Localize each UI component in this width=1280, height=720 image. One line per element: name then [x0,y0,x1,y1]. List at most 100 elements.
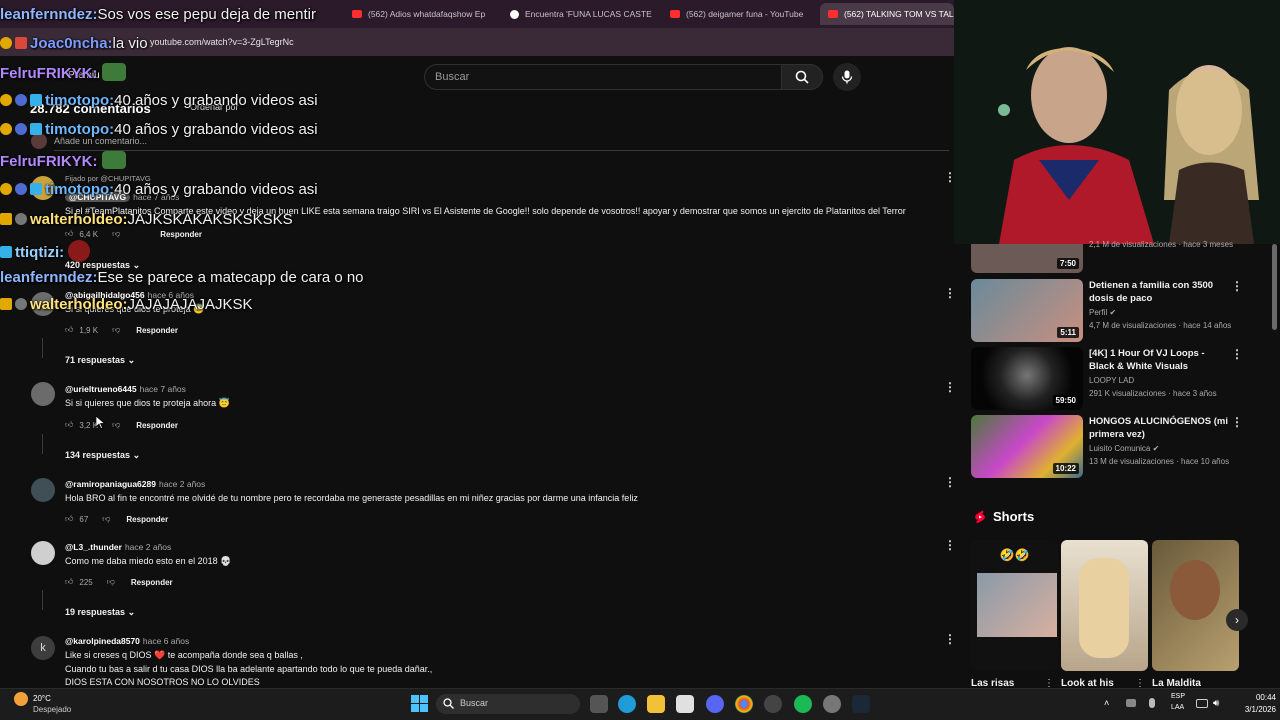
video-title[interactable]: [4K] 1 Hour Of VJ Loops - Black & White … [1089,347,1229,373]
discord-icon[interactable] [706,695,724,713]
video-duration: 10:22 [1052,463,1079,474]
language-indicator[interactable]: ESP [1171,693,1185,700]
video-thumbnail[interactable]: 5:11 [971,279,1083,342]
replies-toggle[interactable]: 134 respuestas ⌄ [65,450,140,461]
reply-button[interactable]: Responder [136,326,178,335]
reply-button[interactable]: Responder [136,421,178,430]
comment-header: @L3_.thunder hace 2 años [65,542,171,552]
weather-description[interactable]: Despejado [33,705,71,714]
dislike-icon[interactable]: 👎︎ [112,420,120,430]
search-input[interactable]: Buscar [424,64,782,90]
comment-time[interactable]: hace 7 años [140,384,186,394]
dislike-icon[interactable]: 👎︎ [112,229,120,239]
browser-tab-active[interactable]: (562) TALKING TOM VS TALKIN [820,3,954,25]
replies-toggle[interactable]: 19 respuestas ⌄ [65,607,135,618]
steam-icon[interactable] [852,695,870,713]
short-thumbnail[interactable]: 🤣🤣 [971,540,1058,671]
like-icon[interactable]: 👍︎ [65,577,73,587]
video-title[interactable]: HONGOS ALUCINÓGENOS (mi primera vez) [1089,415,1229,441]
settings-icon[interactable] [823,695,841,713]
avatar[interactable]: k [31,636,55,660]
microphone-icon[interactable] [1149,698,1155,708]
chevron-up-icon[interactable]: ˄ [1104,698,1109,708]
clock-date[interactable]: 3/1/2026 [1231,705,1276,714]
more-options-icon[interactable]: ⋮ [944,475,956,489]
avatar[interactable] [31,478,55,502]
clock-time[interactable]: 00:44 [1236,693,1276,702]
replies-toggle[interactable]: 71 respuestas ⌄ [65,355,135,366]
avatar[interactable] [31,382,55,406]
comment-author[interactable]: @L3_.thunder [65,542,122,552]
reply-button[interactable]: Responder [126,515,168,524]
dislike-icon[interactable]: 👎︎ [102,514,110,524]
comment-time[interactable]: hace 2 años [159,479,205,489]
shorts-icon [975,510,985,523]
comment-actions: 👍︎ 225 👎︎ Responder [65,577,173,587]
more-options-icon[interactable]: ⋮ [1231,415,1243,429]
store-icon[interactable] [676,695,694,713]
app-icon[interactable] [764,695,782,713]
network-icon[interactable] [1126,699,1136,707]
file-explorer-icon[interactable] [647,695,665,713]
chevron-right-icon[interactable]: › [1226,609,1248,631]
task-view-icon[interactable] [590,695,608,713]
reply-button[interactable]: Responder [160,230,202,239]
reply-button[interactable]: Responder [131,578,173,587]
more-options-icon[interactable]: ⋮ [944,380,956,394]
comment-time[interactable]: hace 6 años [143,636,189,646]
like-icon[interactable]: 👍︎ [65,420,73,430]
like-icon[interactable]: 👍︎ [65,325,73,335]
search-button[interactable] [781,64,823,90]
video-thumbnail[interactable]: 59:50 [971,347,1083,410]
like-count: 6,4 K [79,229,99,239]
comment-actions: 👍︎ 67 👎︎ Responder [65,514,168,524]
taskbar-search[interactable]: Buscar [436,694,580,714]
more-options-icon[interactable]: ⋮ [944,632,956,646]
speaker-icon[interactable]: 🔊︎ [1213,698,1219,709]
browser-tab[interactable]: (562) deigamer funa - YouTube × [662,3,814,25]
comment-author[interactable]: @karolpineda8570 [65,636,140,646]
browser-tab[interactable]: (562) Adios whatdafaqshow Ep × [344,3,496,25]
edge-icon[interactable] [618,695,636,713]
weather-temperature[interactable]: 20°C [33,694,51,703]
channel-name[interactable]: Luisito Comunica ✔ [1089,444,1159,453]
browser-tab[interactable]: Encuentra 'FUNA LUCAS CASTE × [502,3,660,25]
video-title[interactable]: Detienen a familia con 3500 dosis de pac… [1089,279,1229,305]
more-options-icon[interactable]: ⋮ [1231,347,1243,361]
taskbar [0,688,1280,720]
short-thumbnail[interactable] [1152,540,1239,671]
more-options-icon[interactable]: ⋮ [944,286,956,300]
channel-name[interactable]: Perfil ✔ [1089,308,1116,317]
chevron-down-icon: ⌄ [127,355,136,365]
comment-author[interactable]: @urieltrueno6445 [65,384,137,394]
dislike-icon[interactable]: 👎︎ [107,577,115,587]
like-icon[interactable]: 👍︎ [65,229,73,239]
chrome-icon[interactable] [735,695,753,713]
video-thumbnail[interactable]: 10:22 [971,415,1083,478]
url-text[interactable]: youtube.com/watch?v=3-ZgLTegrNc [150,37,294,47]
more-options-icon[interactable]: ⋮ [1231,279,1243,293]
comment-line: Cuando tu bas a salir d tu casa DIOS lla… [65,663,433,674]
dislike-icon[interactable]: 👎︎ [112,325,120,335]
channel-name[interactable]: LOOPY LAD [1089,376,1134,385]
windows-start-icon[interactable] [411,695,428,712]
display-icon[interactable] [1196,699,1208,708]
chat-message: walterholdeo:JAJAJAJAJAJKSK [0,296,253,313]
shorts-heading: Shorts [993,509,1035,524]
comment-author[interactable]: @ramiropaniagua6289 [65,479,156,489]
spotify-icon[interactable] [794,695,812,713]
video-thumbnail[interactable]: 7:50 [971,244,1083,273]
short-thumbnail[interactable] [1061,540,1148,671]
weather-icon[interactable] [14,692,28,706]
badge-icon [0,246,12,258]
divider [54,150,949,151]
replies-count: 134 respuestas [65,450,131,460]
thread-line [42,434,43,454]
language-region[interactable]: LAA [1171,704,1184,711]
like-icon[interactable]: 👍︎ [65,514,73,524]
avatar[interactable] [31,541,55,565]
voice-search-button[interactable] [833,63,861,91]
scrollbar[interactable] [1272,244,1277,330]
more-options-icon[interactable]: ⋮ [944,538,956,552]
comment-time[interactable]: hace 2 años [125,542,171,552]
